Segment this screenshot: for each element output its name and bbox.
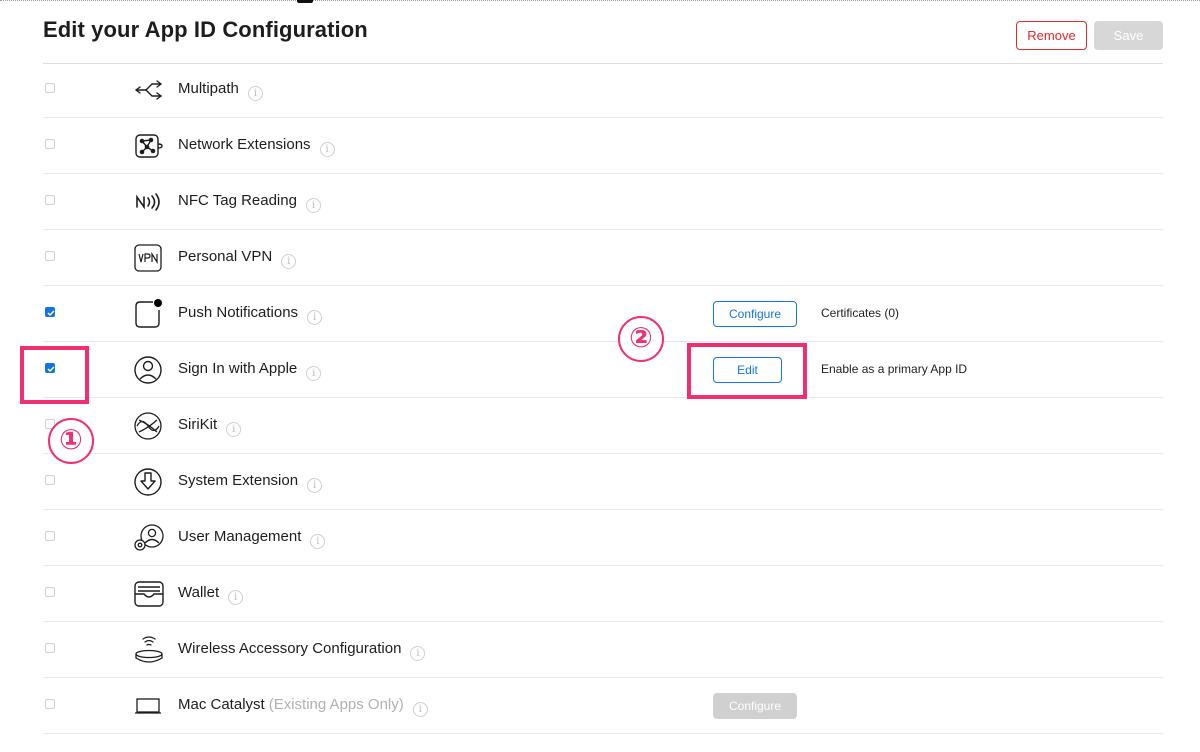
info-icon[interactable]: i (281, 254, 297, 269)
checkbox-mac-catalyst[interactable] (45, 699, 55, 709)
certificates-count: Certificates (0) (821, 306, 900, 320)
capability-row-user-management: User Management i (43, 510, 1163, 566)
top-border (0, 0, 1200, 1)
capability-row-sirikit: SiriKit i (43, 398, 1163, 454)
sign-in-with-apple-icon (133, 355, 165, 385)
save-button[interactable]: Save (1094, 21, 1163, 50)
system-extension-icon (133, 467, 165, 497)
page-title: Edit your App ID Configuration (43, 17, 368, 42)
mac-catalyst-icon (133, 691, 165, 721)
primary-app-id-note: Enable as a primary App ID (821, 362, 968, 376)
checkbox-personal-vpn[interactable] (45, 251, 55, 261)
capability-row-push-notifications: Push Notifications i Configure Certificat… (43, 286, 1163, 342)
capability-row-system-extension: System Extension i (43, 454, 1163, 510)
annotation-highlight-edit (687, 343, 807, 399)
checkbox-network-extensions[interactable] (45, 139, 55, 149)
capability-row-network-extensions: Network Extensions i (43, 118, 1163, 174)
row-label: Push Notifications (178, 304, 299, 321)
wireless-accessory-icon (133, 635, 165, 665)
row-suffix: (Existing Apps Only) (268, 696, 404, 713)
row-label: SiriKit (178, 416, 218, 433)
network-extensions-icon (133, 131, 165, 161)
checkbox-nfc[interactable] (45, 195, 55, 205)
nfc-icon (133, 187, 165, 217)
capability-row-mac-catalyst: Mac Catalyst (Existing Apps Only) i Config… (43, 678, 1163, 734)
row-label: System Extension (178, 472, 299, 489)
multipath-icon (133, 75, 165, 105)
annotation-highlight-checkbox (20, 346, 89, 404)
configure-button[interactable]: Configure (713, 301, 797, 327)
row-label: User Management (178, 528, 302, 545)
info-icon[interactable]: i (410, 646, 426, 661)
checkbox-user-management[interactable] (45, 531, 55, 541)
row-label: Mac Catalyst (178, 696, 265, 713)
row-label: Multipath (178, 80, 239, 97)
checkbox-wallet[interactable] (45, 587, 55, 597)
info-icon[interactable]: i (412, 702, 428, 717)
checkbox-system-extension[interactable] (45, 475, 55, 485)
info-icon[interactable]: i (319, 142, 335, 157)
capability-row-multipath: Multipath i (43, 62, 1163, 118)
remove-button[interactable]: Remove (1016, 21, 1087, 50)
capability-row-personal-vpn: Personal VPN i (43, 230, 1163, 286)
annotation-marker-2: ② (618, 316, 664, 362)
info-icon[interactable]: i (306, 366, 322, 381)
row-label: Wireless Accessory Configuration (178, 640, 402, 657)
checkbox-wireless-accessory[interactable] (45, 643, 55, 653)
info-icon[interactable]: i (305, 198, 321, 213)
configure-button-disabled[interactable]: Configure (713, 693, 797, 719)
info-icon[interactable]: i (310, 534, 326, 549)
checkbox-multipath[interactable] (45, 83, 55, 93)
info-icon[interactable]: i (228, 590, 244, 605)
row-label: Network Extensions (178, 136, 311, 153)
row-label: Sign In with Apple (178, 360, 298, 377)
row-label: Personal VPN (178, 248, 273, 265)
info-icon[interactable]: i (307, 478, 323, 493)
sirikit-icon (133, 411, 165, 441)
capability-row-nfc: NFC Tag Reading i (43, 174, 1163, 230)
info-icon[interactable]: i (247, 86, 263, 101)
capability-row-sign-in-with-apple: Sign In with Apple i Edit Enable as a pri… (43, 342, 1163, 398)
user-management-icon (133, 523, 165, 553)
vpn-icon (133, 243, 165, 273)
annotation-marker-1: ① (48, 418, 94, 464)
info-icon[interactable]: i (226, 422, 242, 437)
wallet-icon (133, 579, 165, 609)
row-label: NFC Tag Reading (178, 192, 297, 209)
cropped-top-fragment (297, 0, 313, 3)
row-label: Wallet (178, 584, 220, 601)
checkbox-push-notifications[interactable] (45, 307, 55, 317)
info-icon[interactable]: i (307, 310, 323, 325)
capability-row-wallet: Wallet i (43, 566, 1163, 622)
push-notifications-icon (133, 299, 165, 329)
capability-row-wireless-accessory: Wireless Accessory Configuration i (43, 622, 1163, 678)
